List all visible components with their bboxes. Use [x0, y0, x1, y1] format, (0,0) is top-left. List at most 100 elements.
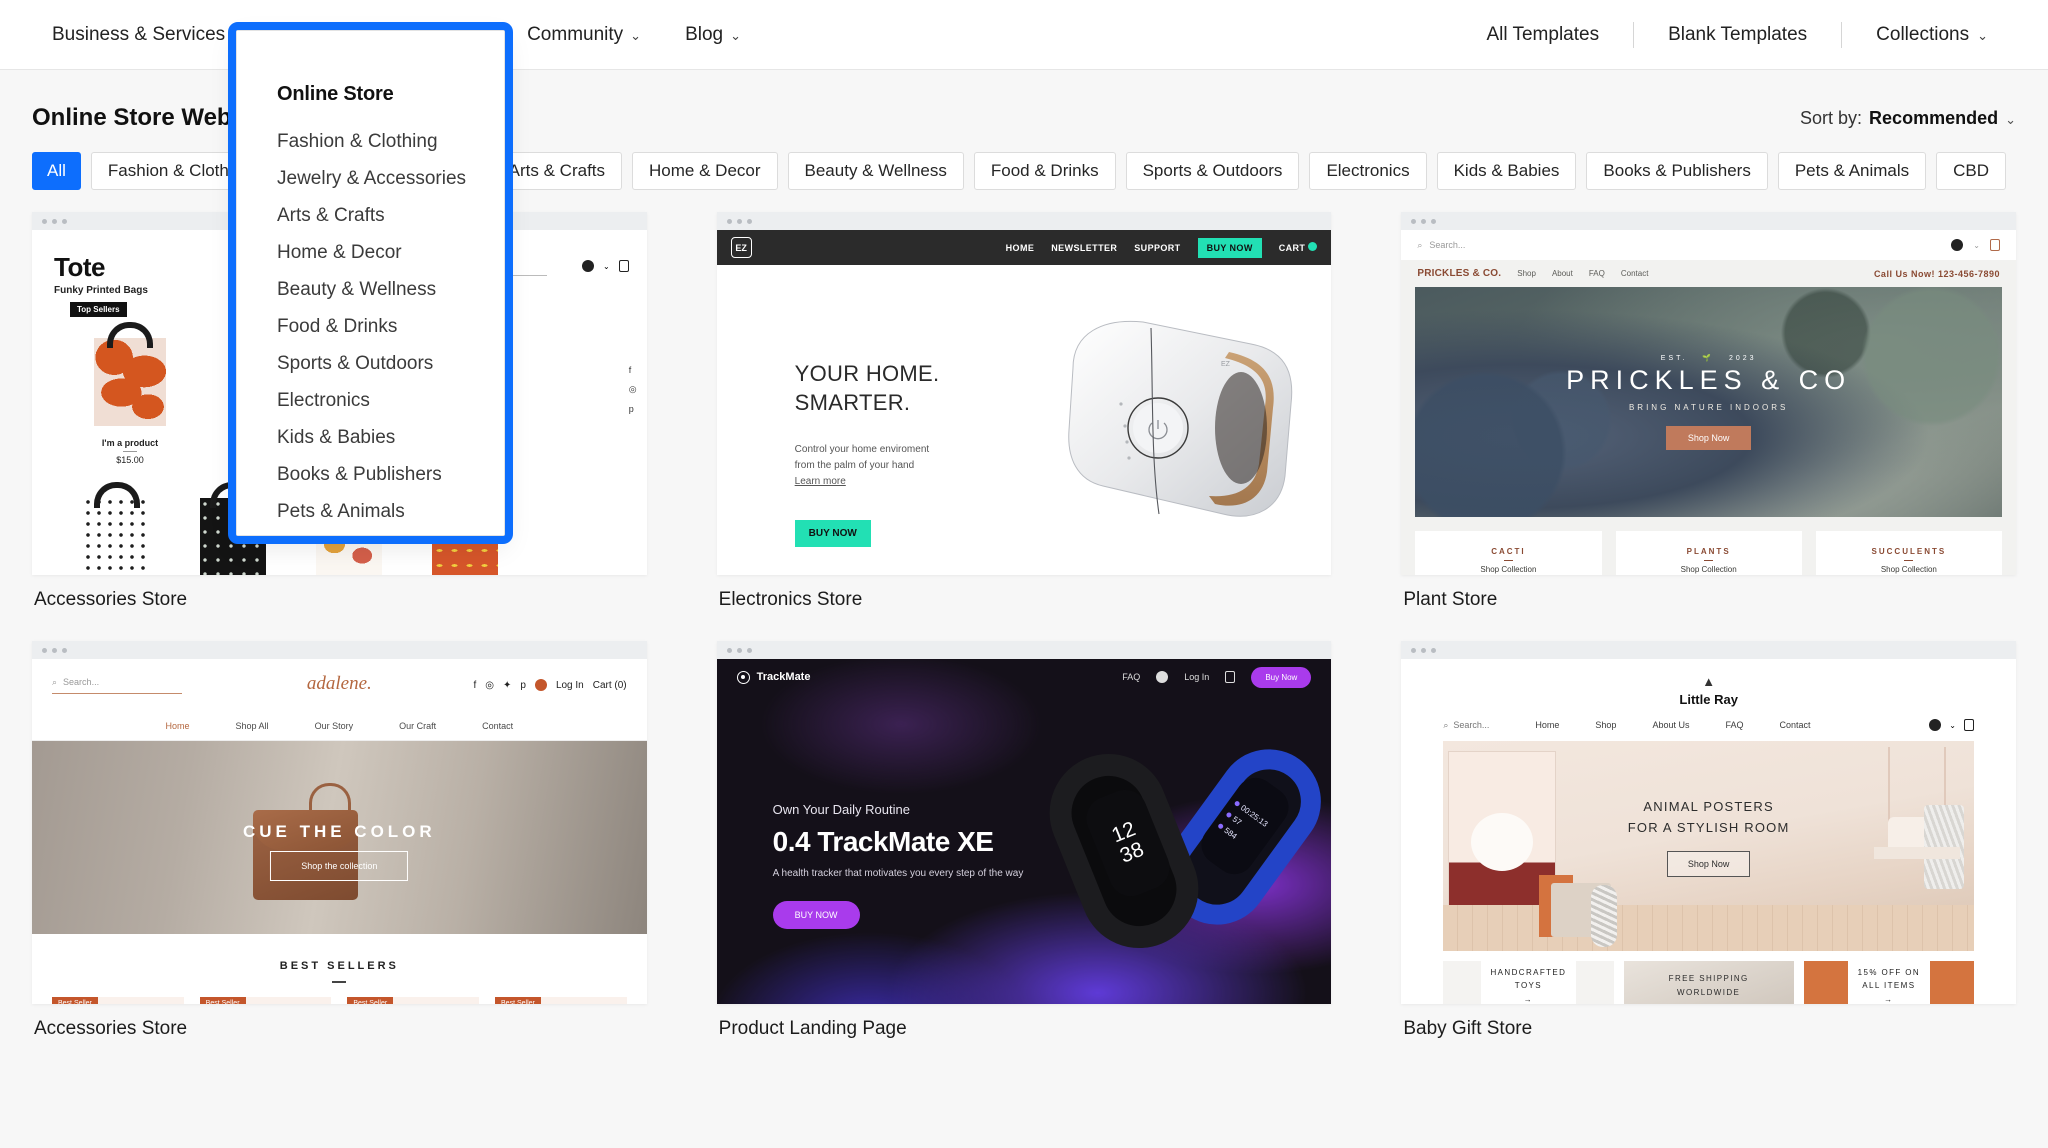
shopping-bag-icon[interactable] [618, 260, 629, 272]
prickles-search-bar[interactable]: ⌕ Search... ⌄ [1401, 230, 2016, 260]
prickles-nav-about[interactable]: About [1552, 269, 1573, 278]
dropdown-item-food-drinks[interactable]: Food & Drinks [277, 310, 504, 347]
littleray-search-field[interactable]: ⌕ Search... [1443, 720, 1489, 731]
filter-chip-all[interactable]: All [32, 152, 81, 190]
product-tile[interactable]: Best Seller [347, 997, 480, 1004]
avatar-icon[interactable] [581, 260, 594, 272]
nav-item-collections[interactable]: Collections ⌄ [1842, 24, 2022, 46]
nav-item-all-templates[interactable]: All Templates [1452, 24, 1633, 46]
prickles-nav-faq[interactable]: FAQ [1589, 269, 1605, 278]
littleray-nav-contact[interactable]: Contact [1780, 720, 1811, 730]
dropdown-item-pets-animals[interactable]: Pets & Animals [277, 495, 504, 532]
dropdown-item-jewelry-accessories[interactable]: Jewelry & Accessories [277, 162, 504, 199]
shopping-bag-icon[interactable] [1964, 719, 1974, 731]
chrome-dot [726, 647, 732, 653]
ez-buy-now-button[interactable]: BUY NOW [1197, 237, 1262, 258]
template-card-accessories-store-adalene[interactable]: ⌕ Search... adalene. f ◎ ✦ p Log In Cart… [32, 641, 647, 1040]
ez-cart[interactable]: CART [1279, 242, 1318, 253]
ez-menu-newsletter[interactable]: NEWSLETTER [1051, 243, 1117, 253]
prickles-hero-cta[interactable]: Shop Now [1665, 426, 1752, 450]
dropdown-item-cbd[interactable]: CBD [277, 532, 504, 535]
trackmate-buy-now-button[interactable]: Buy Now [1251, 666, 1312, 688]
filter-chip-beauty-wellness[interactable]: Beauty & Wellness [787, 152, 964, 190]
facebook-icon[interactable]: f [629, 365, 637, 375]
adalene-nav-contact[interactable]: Contact [482, 721, 513, 731]
pinterest-icon[interactable]: p [629, 404, 637, 414]
promo-tile-free-shipping[interactable]: FREE SHIPPING WORLDWIDE [1623, 961, 1794, 1004]
product-tile[interactable]: Best Seller [199, 997, 332, 1004]
trackmate-hero-cta[interactable]: BUY NOW [772, 901, 860, 929]
dropdown-item-sports-outdoors[interactable]: Sports & Outdoors [277, 347, 504, 384]
chevron-down-icon[interactable]: ⌄ [1973, 241, 1980, 250]
trackmate-menu: FAQ Log In Buy Now [1122, 666, 1312, 688]
filter-chip-sports-outdoors[interactable]: Sports & Outdoors [1125, 152, 1300, 190]
adalene-search-field[interactable]: ⌕ Search... [52, 677, 182, 694]
littleray-hero-cta[interactable]: Shop Now [1666, 850, 1751, 877]
shopping-bag-icon[interactable] [1990, 239, 2000, 251]
ez-hero-cta[interactable]: BUY NOW [794, 520, 871, 547]
adalene-cart-link[interactable]: Cart (0) [593, 680, 627, 691]
dropdown-item-beauty-wellness[interactable]: Beauty & Wellness [277, 273, 504, 310]
littleray-nav-shop[interactable]: Shop [1595, 720, 1616, 730]
filter-chip-home-decor[interactable]: Home & Decor [632, 152, 778, 190]
promo-tile-discount[interactable]: 15% OFF ON ALL ITEMS → [1803, 961, 1974, 1004]
avatar-icon[interactable] [534, 679, 547, 691]
nav-item-blank-templates[interactable]: Blank Templates [1634, 24, 1841, 46]
sort-by-control[interactable]: Sort by: Recommended ⌄ [1800, 108, 2016, 129]
filter-chip-pets-animals[interactable]: Pets & Animals [1777, 152, 1927, 190]
ez-learn-more-link[interactable]: Learn more [795, 474, 930, 490]
promo-tile-handcrafted-toys[interactable]: HANDCRAFTED TOYS → [1443, 961, 1614, 1004]
hero-line2: FOR A STYLISH ROOM [1627, 819, 1790, 835]
dropdown-item-arts-crafts[interactable]: Arts & Crafts [277, 199, 504, 236]
filter-chip-food-drinks[interactable]: Food & Drinks [973, 152, 1116, 190]
dropdown-item-books-publishers[interactable]: Books & Publishers [277, 458, 504, 495]
nav-item-community[interactable]: Community ⌄ [505, 0, 663, 70]
ez-menu-home[interactable]: HOME [1006, 243, 1035, 253]
adalene-nav-shop-all[interactable]: Shop All [236, 721, 269, 731]
adalene-login-link[interactable]: Log In [556, 680, 584, 691]
twitter-icon[interactable]: ✦ [503, 680, 511, 691]
trackmate-nav-faq[interactable]: FAQ [1122, 672, 1140, 682]
collection-card-succulents[interactable]: SUCCULENTS Shop Collection [1815, 531, 2002, 575]
adalene-nav-our-story[interactable]: Our Story [315, 721, 354, 731]
ez-menu-support[interactable]: SUPPORT [1134, 243, 1180, 253]
instagram-icon[interactable]: ◎ [629, 384, 637, 395]
filter-chip-cbd[interactable]: CBD [1936, 152, 2007, 190]
littleray-nav-about-us[interactable]: About Us [1652, 720, 1689, 730]
template-card-plant-store[interactable]: ⌕ Search... ⌄ PRICKLES & CO. Shop About … [1401, 212, 2016, 611]
stat-heart-value: 57 [1231, 814, 1244, 827]
dropdown-item-kids-babies[interactable]: Kids & Babies [277, 421, 504, 458]
template-card-electronics-store[interactable]: EZ HOME NEWSLETTER SUPPORT BUY NOW CART … [716, 212, 1332, 611]
adalene-nav-home[interactable]: Home [166, 721, 190, 731]
pinterest-icon[interactable]: p [520, 680, 526, 691]
collection-card-cacti[interactable]: CACTI Shop Collection [1415, 531, 1602, 575]
trackmate-nav-login[interactable]: Log In [1184, 672, 1209, 682]
chevron-down-icon[interactable]: ⌄ [603, 262, 610, 271]
collection-card-plants[interactable]: PLANTS Shop Collection [1615, 531, 1802, 575]
facebook-icon[interactable]: f [473, 680, 476, 691]
littleray-nav-faq[interactable]: FAQ [1725, 720, 1743, 730]
prickles-nav-contact[interactable]: Contact [1621, 269, 1649, 278]
chevron-down-icon[interactable]: ⌄ [1949, 721, 1956, 730]
product-tile[interactable]: Best Seller [52, 997, 184, 1004]
adalene-brand-logo: adalene. [306, 673, 372, 694]
template-card-baby-gift-store[interactable]: ▲ Little Ray ⌕ Search... Home Shop About… [1401, 641, 2016, 1040]
dropdown-item-home-decor[interactable]: Home & Decor [277, 236, 504, 273]
dropdown-item-fashion-clothing[interactable]: Fashion & Clothing [277, 125, 504, 162]
avatar-icon[interactable] [1951, 239, 1964, 251]
avatar-icon[interactable] [1929, 719, 1942, 731]
instagram-icon[interactable]: ◎ [485, 680, 494, 691]
adalene-nav-our-craft[interactable]: Our Craft [399, 721, 436, 731]
filter-chip-electronics[interactable]: Electronics [1309, 152, 1427, 190]
filter-chip-kids-babies[interactable]: Kids & Babies [1436, 152, 1577, 190]
dropdown-item-electronics[interactable]: Electronics [277, 384, 504, 421]
prickles-nav-shop[interactable]: Shop [1517, 269, 1536, 278]
nav-item-blog[interactable]: Blog ⌄ [663, 0, 763, 70]
product-tile[interactable]: Best Seller [495, 997, 627, 1004]
template-card-product-landing-page[interactable]: TrackMate FAQ Log In Buy Now Own Your Da… [716, 641, 1332, 1040]
littleray-nav-home[interactable]: Home [1535, 720, 1559, 730]
adalene-hero-cta[interactable]: Shop the collection [270, 851, 409, 881]
filter-chip-books-publishers[interactable]: Books & Publishers [1586, 152, 1768, 190]
avatar-icon[interactable] [1156, 671, 1169, 683]
shopping-bag-icon[interactable] [1225, 671, 1236, 683]
